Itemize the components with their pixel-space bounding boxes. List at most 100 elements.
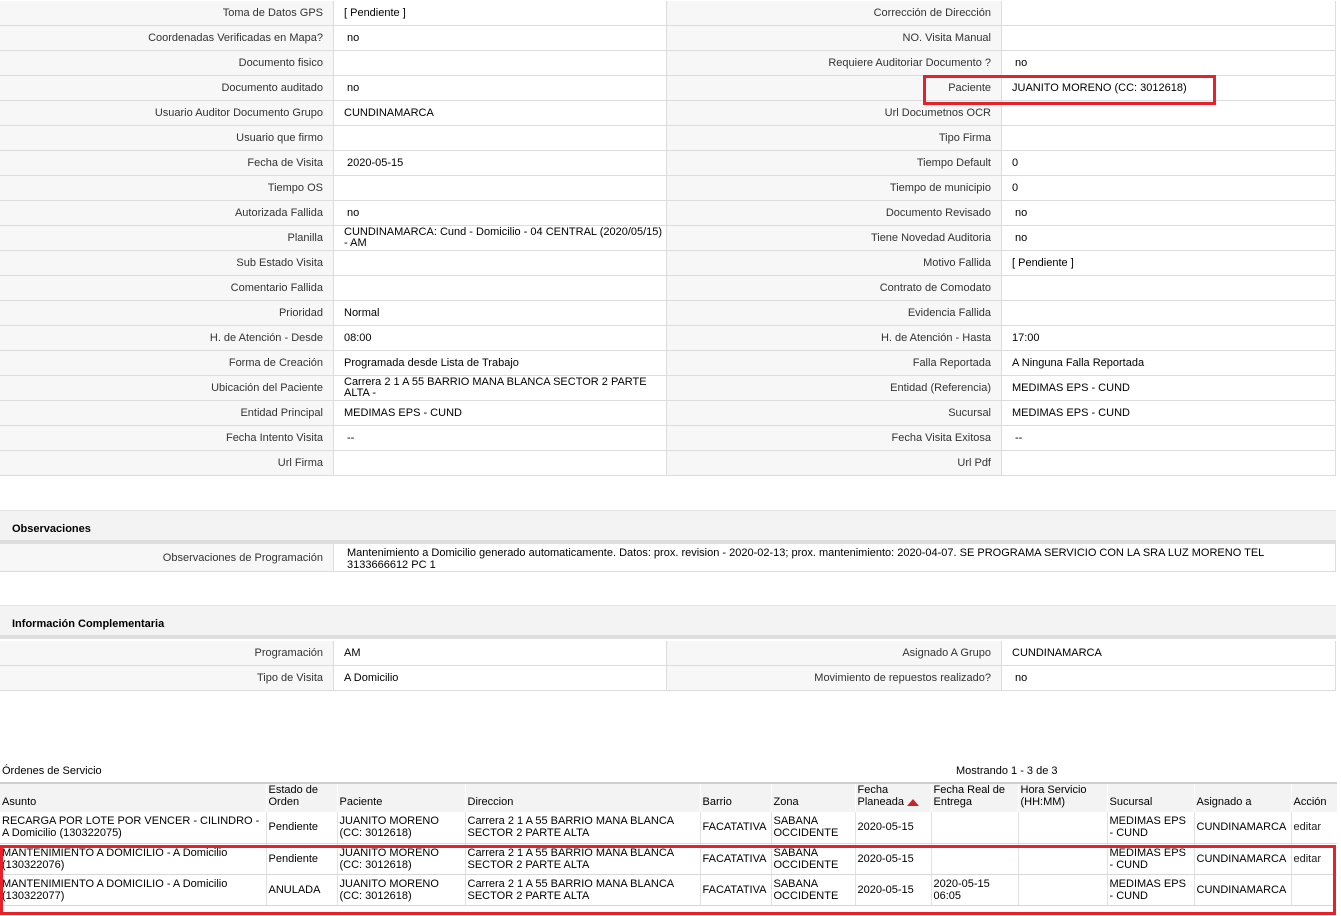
field-label: Asignado A Grupo [667,641,1001,666]
column-header[interactable]: Fecha Real de Entrega [930,782,1018,812]
table-cell: 2020-05-15 [854,812,931,844]
field-value [1001,301,1336,326]
field-value: A Ninguna Falla Reportada [1001,351,1336,376]
field-label: Programación [0,641,333,666]
table-cell: RECARGA POR LOTE POR VENCER - CILINDRO -… [0,812,266,844]
field-value: A Domicilio [333,666,667,691]
detail-row: H. de Atención - Desde 08:00 H. de Atenció… [0,326,1336,351]
field-label: Entidad Principal [0,401,333,426]
field-value: [ Pendiente ] [1001,251,1336,276]
column-header-label: Hora Servicio (HH:MM) [1020,784,1087,808]
table-cell [1017,843,1107,875]
field-label: Tiene Novedad Auditoria [667,226,1001,251]
detail-row: Documento fisico Requiere Auditoriar Docu… [0,51,1336,76]
field-label: Documento Revisado [667,201,1001,226]
table-cell [1017,812,1107,844]
table-cell: Carrera 2 1 A 55 BARRIO MANA BLANCA SECT… [464,874,700,906]
table-cell: CUNDINAMARCA [1193,874,1291,906]
info-complementaria-section-header: Información Complementaria [0,605,1336,639]
field-label: Toma de Datos GPS [0,1,333,26]
column-header[interactable]: Zona [770,782,855,812]
column-header[interactable]: Acción [1290,782,1337,812]
field-label: Usuario Auditor Documento Grupo [0,101,333,126]
field-label: Comentario Fallida [0,276,333,301]
field-label: Movimiento de repuestos realizado? [667,666,1001,691]
field-value: no [1001,51,1336,76]
section-title: Información Complementaria [12,618,165,630]
field-value: JUANITO MORENO (CC: 3012618) [1001,76,1336,101]
field-label: Forma de Creación [0,351,333,376]
detail-row: Entidad Principal MEDIMAS EPS - CUND Sucur… [0,401,1336,426]
field-value [1001,26,1336,51]
detail-row: Autorizada Fallida no Documento Revisado no [0,201,1336,226]
info-complementaria-grid: Programación AM Asignado A Grupo CUNDINAMAR… [0,641,1336,691]
edit-link[interactable]: editar [1294,853,1322,865]
column-header-label: Fecha Real de Entrega [933,784,1006,808]
column-header-label: Estado de Orden [268,784,319,808]
field-label: Planilla [0,226,333,251]
field-label: Observaciones de Programación [0,544,333,572]
column-header-label: Asunto [2,796,37,808]
table-cell [930,843,1018,875]
table-cell: Pendiente [265,812,337,844]
table-row: RECARGA POR LOTE POR VENCER - CILINDRO -… [0,812,1337,844]
field-value: -- [1001,426,1336,451]
orders-header-row: Asunto Estado de Orden Paciente Direccion Ba… [0,782,1337,812]
table-cell: 2020-05-15 [854,874,931,906]
table-cell: CUNDINAMARCA [1193,843,1291,875]
field-value [1001,101,1336,126]
column-header[interactable]: Barrio [699,782,771,812]
detail-row: Comentario Fallida Contrato de Comodato [0,276,1336,301]
table-cell: MEDIMAS EPS - CUND [1106,874,1194,906]
column-header[interactable]: Asunto [0,782,266,812]
column-header[interactable]: Sucursal [1106,782,1194,812]
edit-link[interactable]: editar [1294,821,1322,833]
field-label: Corrección de Dirección [667,1,1001,26]
orders-count: Mostrando 1 - 3 de 3 [956,765,1058,777]
field-label: Url Firma [0,451,333,476]
sort-ascending-icon[interactable] [907,799,919,806]
field-value [333,251,667,276]
field-value: CUNDINAMARCA: Cund - Domicilio - 04 CENT… [333,226,667,251]
field-value: no [333,76,667,101]
field-label: Coordenadas Verificadas en Mapa? [0,26,333,51]
section-title: Observaciones [12,523,91,535]
observaciones-section-header: Observaciones [0,510,1336,544]
table-cell: Carrera 2 1 A 55 BARRIO MANA BLANCA SECT… [464,812,700,844]
detail-row: Url Firma Url Pdf [0,451,1336,476]
field-label: Tipo Firma [667,126,1001,151]
field-value [333,51,667,76]
detail-row: Sub Estado Visita Motivo Fallida[ Pendien… [0,251,1336,276]
table-cell: FACATATIVA [699,812,771,844]
column-header-label: Zona [773,796,799,808]
field-label: Fecha de Visita [0,151,333,176]
table-cell: editar [1290,843,1337,875]
detail-row: Usuario que firmo Tipo Firma [0,126,1336,151]
table-cell: Pendiente [265,843,337,875]
detail-row: Programación AM Asignado A Grupo CUNDINAMAR… [0,641,1336,666]
field-value: no [1001,226,1336,251]
field-value [1001,276,1336,301]
table-cell: SABANA OCCIDENTE [770,843,855,875]
column-header[interactable]: Fecha Planeada [854,782,931,812]
field-label: Evidencia Fallida [667,301,1001,326]
column-header[interactable]: Hora Servicio (HH:MM) [1017,782,1107,812]
field-value: MEDIMAS EPS - CUND [1001,401,1336,426]
column-header[interactable]: Estado de Orden [265,782,337,812]
table-cell: 2020-05-15 06:05 [930,874,1018,906]
detail-row: Tipo de Visita A Domicilio Movimiento de r… [0,666,1336,691]
field-value: Normal [333,301,667,326]
field-value [333,276,667,301]
field-label: Documento auditado [0,76,333,101]
table-cell: FACATATIVA [699,874,771,906]
table-cell: CUNDINAMARCA [1193,812,1291,844]
column-header[interactable]: Asignado a [1193,782,1291,812]
detail-row: Ubicación del Paciente Carrera 2 1 A 55 B… [0,376,1336,401]
column-header[interactable]: Paciente [336,782,465,812]
field-label: Autorizada Fallida [0,201,333,226]
detail-row: Fecha de Visita 2020-05-15 Tiempo Default 0 [0,151,1336,176]
field-label: Tiempo de municipio [667,176,1001,201]
detail-row: Planilla CUNDINAMARCA: Cund - Domicilio -… [0,226,1336,251]
column-header[interactable]: Direccion [464,782,700,812]
field-value: no [1001,201,1336,226]
